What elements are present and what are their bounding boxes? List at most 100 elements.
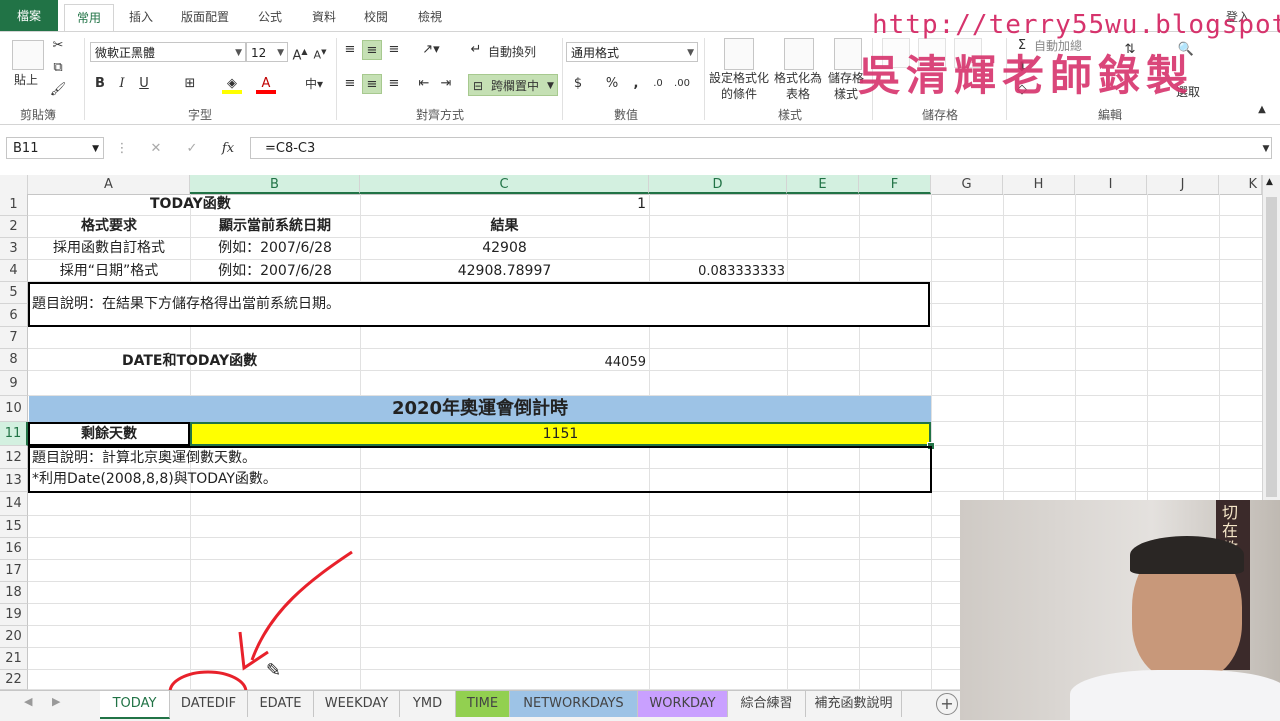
row-header-10[interactable]: 10 [0,396,28,422]
tab-home[interactable]: 常用 [64,4,114,32]
row-header-4[interactable]: 4 [0,260,28,282]
paste-button[interactable]: 貼上 [8,72,44,88]
scroll-right-icon[interactable]: ▶ [52,695,60,708]
expand-formula-icon[interactable]: ▼ [1256,139,1276,159]
cell-a8-title[interactable]: DATE和TODAY函數 [122,351,257,371]
borders-icon[interactable]: ⊞ [180,74,200,94]
row-header-8[interactable]: 8 [0,349,28,371]
fill-color-icon[interactable]: ◈ [222,74,242,94]
copy-icon[interactable]: ⧉ [48,58,68,78]
enter-icon[interactable]: ✓ [182,139,202,159]
font-color-icon[interactable]: A [256,74,276,94]
cell-c3[interactable]: 42908 [360,238,649,258]
align-center-icon[interactable]: ≡ [362,74,382,94]
cell-b2[interactable]: 顯示當前系統日期 [190,216,360,236]
col-header-b[interactable]: B [190,175,360,194]
row-header-12[interactable]: 12 [0,446,28,469]
col-header-i[interactable]: I [1075,175,1147,194]
row-header-14[interactable]: 14 [0,492,28,516]
insert-function-icon[interactable]: fx [218,139,238,159]
align-left-icon[interactable]: ≡ [340,74,360,94]
row-header-18[interactable]: 18 [0,582,28,604]
scroll-left-icon[interactable]: ◀ [24,695,32,708]
tab-data[interactable]: 資料 [304,6,344,28]
col-header-j[interactable]: J [1147,175,1219,194]
percent-icon[interactable]: % [602,74,622,94]
cell-c4[interactable]: 42908.78997 [360,261,649,281]
tab-insert[interactable]: 插入 [118,6,164,28]
phonetic-icon[interactable]: 中▾ [300,74,328,94]
sheet-tab-datedif[interactable]: DATEDIF [170,691,248,717]
scrollbar-thumb[interactable] [1266,197,1277,497]
collapse-ribbon-icon[interactable]: ▲ [1252,100,1272,120]
underline-icon[interactable]: U [134,74,154,94]
row-header-13[interactable]: 13 [0,469,28,492]
col-header-d[interactable]: D [649,175,787,194]
sheet-tab-ymd[interactable]: YMD [400,691,456,717]
row-header-21[interactable]: 21 [0,648,28,670]
cell-c2[interactable]: 結果 [360,216,649,236]
increase-indent-icon[interactable]: ⇥ [436,74,456,94]
row-header-5[interactable]: 5 [0,282,28,304]
row-header-17[interactable]: 17 [0,560,28,582]
row-header-2[interactable]: 2 [0,216,28,238]
comma-icon[interactable]: , [626,74,646,94]
row-header-3[interactable]: 3 [0,238,28,260]
col-header-e[interactable]: E [787,175,859,194]
decrease-decimal-icon[interactable]: .00 [672,74,692,94]
align-middle-icon[interactable]: ≡ [362,40,382,60]
cell-a2[interactable]: 格式要求 [28,216,190,236]
row-header-6[interactable]: 6 [0,304,28,327]
name-box[interactable]: B11 ▼ [6,137,104,159]
row-header-19[interactable]: 19 [0,604,28,626]
cell-a10-banner[interactable]: 2020年奧運會倒計時 [29,399,931,419]
paste-icon[interactable] [12,40,44,70]
cell-a3[interactable]: 採用函數自訂格式 [28,238,190,258]
conditional-format-icon[interactable] [724,38,754,70]
sheet-tab-edate[interactable]: EDATE [248,691,314,717]
format-as-table-icon[interactable] [784,38,814,70]
number-format-dropdown[interactable]: 通用格式 ▼ [566,42,698,62]
format-as-table-button[interactable]: 格式化為 表格 [772,70,824,102]
col-header-h[interactable]: H [1003,175,1075,194]
cell-a1-title[interactable]: TODAY函數 [150,194,231,214]
bold-icon[interactable]: B [90,74,110,94]
wrap-text-button[interactable]: 自動換列 [488,44,548,60]
align-top-icon[interactable]: ≡ [340,40,360,60]
col-header-g[interactable]: G [931,175,1003,194]
cancel-icon[interactable]: ✕ [146,139,166,159]
tab-formulas[interactable]: 公式 [250,6,290,28]
row-header-20[interactable]: 20 [0,626,28,648]
col-header-a[interactable]: A [28,175,190,194]
cell-c8[interactable]: 44059 [560,353,646,373]
add-sheet-icon[interactable]: + [936,693,958,715]
merge-center-button[interactable]: ⊟ 跨欄置中 ▼ [468,74,558,96]
font-size-dropdown[interactable]: 12 ▼ [246,42,288,62]
align-right-icon[interactable]: ≡ [384,74,404,94]
increase-font-icon[interactable]: A▲ [290,42,310,63]
col-header-f[interactable]: F [859,175,931,194]
italic-icon[interactable]: I [112,74,132,94]
cut-icon[interactable]: ✂ [48,36,68,56]
more-icon[interactable]: ⋮ [112,139,132,159]
cell-a4[interactable]: 採用“日期”格式 [28,261,190,281]
font-name-dropdown[interactable]: 微軟正黑體 ▼ [90,42,246,62]
col-header-k[interactable]: K [1219,175,1262,194]
tab-page-layout[interactable]: 版面配置 [172,6,238,28]
row-header-11[interactable]: 11 [0,422,28,446]
sheet-tab-weekday[interactable]: WEEKDAY [314,691,400,717]
sheet-tab-綜合練習[interactable]: 綜合練習 [728,691,806,717]
cell-b11[interactable]: 1151 [190,424,931,444]
row-header-16[interactable]: 16 [0,538,28,560]
align-bottom-icon[interactable]: ≡ [384,40,404,60]
decrease-font-icon[interactable]: A▼ [310,42,330,62]
increase-decimal-icon[interactable]: .0 [648,74,668,94]
col-header-c[interactable]: C [360,175,649,194]
format-painter-icon[interactable]: 🖌 [48,80,68,100]
cell-b3[interactable]: 例如：2007/6/28 [190,238,360,258]
cell-a11[interactable]: 剩餘天數 [28,424,190,444]
tab-review[interactable]: 校閱 [356,6,396,28]
cell-d4[interactable]: 0.083333333 [649,262,785,282]
formula-input[interactable]: =C8-C3 [250,137,1272,159]
wrap-text-icon[interactable]: ↵ [466,40,486,60]
